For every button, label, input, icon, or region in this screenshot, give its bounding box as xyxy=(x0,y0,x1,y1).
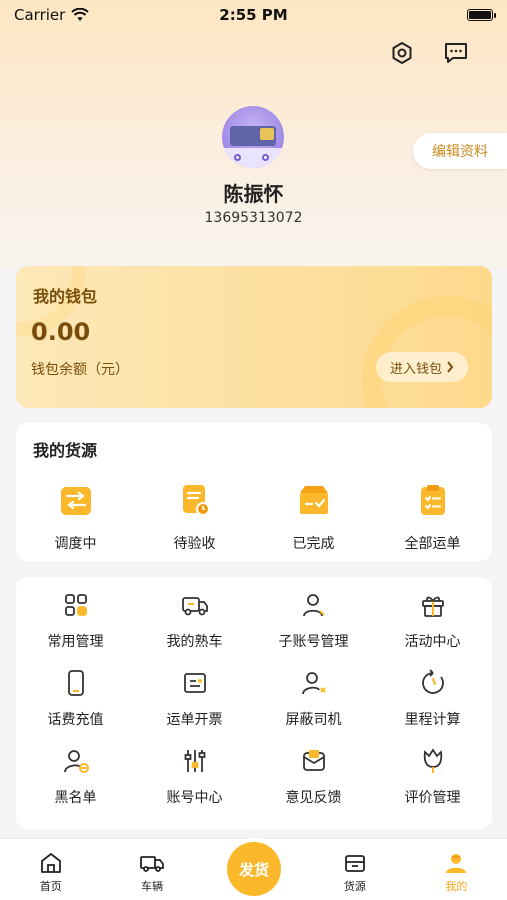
tool-label: 运单开票 xyxy=(166,712,223,728)
user-icon xyxy=(302,594,325,617)
message-icon[interactable] xyxy=(443,40,469,66)
tool-label: 里程计算 xyxy=(404,712,461,728)
wallet-amount: 0.00 xyxy=(31,318,91,346)
carrier-label: Carrier xyxy=(14,6,66,24)
clock: 2:55 PM xyxy=(219,6,288,24)
goods-item-label: 已完成 xyxy=(292,536,335,552)
home-icon xyxy=(40,853,61,873)
tab-home[interactable]: 首页 xyxy=(0,839,101,900)
tab-label: 首页 xyxy=(39,880,62,893)
clipboard-list-icon xyxy=(420,485,445,515)
tab-label: 货源 xyxy=(343,880,366,893)
gift-icon xyxy=(421,596,444,617)
wallet-card[interactable]: 我的钱包 0.00 钱包余额（元） 进入钱包 xyxy=(16,266,492,408)
tool-label: 我的熟车 xyxy=(166,634,223,650)
tool-label: 黑名单 xyxy=(54,790,97,806)
truck-icon xyxy=(140,856,165,872)
tool-common-management[interactable]: 常用管理 xyxy=(16,591,135,655)
tool-label: 账号中心 xyxy=(166,790,223,806)
tool-account-center[interactable]: 账号中心 xyxy=(135,747,254,811)
wallet-balance-label: 钱包余额（元） xyxy=(31,362,129,378)
chevron-right-icon xyxy=(447,361,454,373)
sliders-icon xyxy=(184,750,205,772)
tool-label: 子账号管理 xyxy=(278,634,349,650)
tab-label: 车辆 xyxy=(141,880,164,893)
phone-icon xyxy=(67,670,84,696)
blacklist-icon xyxy=(63,750,89,773)
battery-icon xyxy=(467,9,496,21)
publish-button[interactable]: 发货 xyxy=(227,842,281,896)
tool-label: 意见反馈 xyxy=(285,790,342,806)
tool-label: 活动中心 xyxy=(404,634,461,650)
mileage-icon xyxy=(421,669,444,694)
tool-block-driver[interactable]: 屏蔽司机 xyxy=(254,669,373,733)
tab-mine[interactable]: 我的 xyxy=(406,839,507,900)
completed-box-icon xyxy=(299,486,328,514)
goods-item-completed[interactable]: 已完成 xyxy=(254,483,373,553)
goods-item-label: 调度中 xyxy=(54,536,97,552)
wifi-icon xyxy=(71,8,90,21)
box-icon xyxy=(345,855,365,872)
enter-wallet-label: 进入钱包 xyxy=(389,361,442,377)
tool-rating-management[interactable]: 评价管理 xyxy=(373,747,492,811)
tool-sub-account[interactable]: 子账号管理 xyxy=(254,591,373,655)
goods-item-dispatching[interactable]: 调度中 xyxy=(16,483,135,553)
tool-mileage-calc[interactable]: 里程计算 xyxy=(373,669,492,733)
tab-label: 我的 xyxy=(445,880,468,893)
block-user-icon xyxy=(301,672,326,695)
user-phone: 13695313072 xyxy=(204,210,303,226)
edit-profile-button[interactable]: 编辑资料 xyxy=(413,133,507,169)
my-goods-card: 我的货源 调度中 待验收 已完成 全部运单 xyxy=(16,423,492,561)
tool-waybill-invoice[interactable]: 运单开票 xyxy=(135,669,254,733)
status-bar: Carrier 2:55 PM xyxy=(0,0,507,30)
tool-label: 常用管理 xyxy=(47,634,104,650)
tab-cargo[interactable]: 货源 xyxy=(304,839,405,900)
goods-item-pending[interactable]: 待验收 xyxy=(135,483,254,553)
profile-icon xyxy=(446,854,467,873)
truck-icon xyxy=(181,597,208,616)
wallet-title: 我的钱包 xyxy=(33,287,98,306)
tool-feedback[interactable]: 意见反馈 xyxy=(254,747,373,811)
tab-vehicles[interactable]: 车辆 xyxy=(101,839,202,900)
rating-icon xyxy=(423,748,442,773)
goods-item-label: 待验收 xyxy=(173,536,216,552)
user-name: 陈振怀 xyxy=(223,182,284,206)
tool-activity-center[interactable]: 活动中心 xyxy=(373,591,492,655)
pending-check-icon xyxy=(182,485,210,516)
tool-phone-recharge[interactable]: 话费充值 xyxy=(16,669,135,733)
grid-icon xyxy=(64,594,87,616)
tool-my-familiar-vehicles[interactable]: 我的熟车 xyxy=(135,591,254,655)
goods-title: 我的货源 xyxy=(33,441,98,460)
enter-wallet-button[interactable]: 进入钱包 xyxy=(376,352,468,382)
settings-icon[interactable] xyxy=(389,40,415,66)
invoice-icon xyxy=(183,673,206,693)
tool-label: 屏蔽司机 xyxy=(285,712,342,728)
feedback-icon xyxy=(302,750,325,771)
goods-item-all-waybills[interactable]: 全部运单 xyxy=(373,483,492,553)
dispatch-icon xyxy=(60,487,91,515)
tool-blacklist[interactable]: 黑名单 xyxy=(16,747,135,811)
goods-item-label: 全部运单 xyxy=(404,536,461,552)
tool-label: 评价管理 xyxy=(404,790,461,806)
tool-label: 话费充值 xyxy=(47,712,104,728)
tools-card: 常用管理 我的熟车 子账号管理 活动中心 话费充值 运单开票 屏蔽司机 里程计算… xyxy=(16,577,492,829)
avatar[interactable] xyxy=(222,106,284,168)
